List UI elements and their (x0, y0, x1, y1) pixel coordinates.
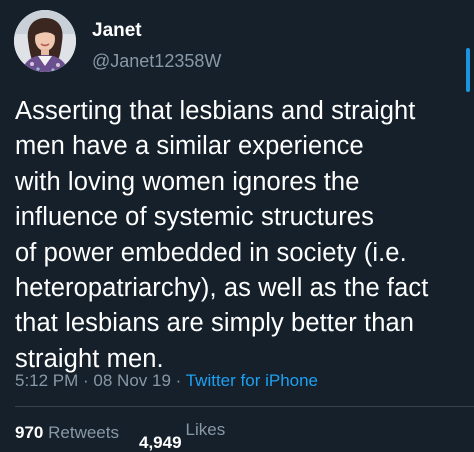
tweet-time[interactable]: 5:12 PM (15, 371, 78, 390)
meta-separator: · (78, 371, 94, 390)
retweets-label: Retweets (48, 423, 119, 442)
tweet-text-line: of power embedded in society (i.e. (15, 238, 407, 267)
tweet-text-line: Asserting that lesbians and straight (15, 97, 416, 125)
likes-label: Likes (185, 420, 226, 439)
scrollbar[interactable] (466, 48, 470, 92)
tweet-source-link[interactable]: Twitter for iPhone (186, 371, 318, 390)
tweet-detail: Janet @Janet12358W Asserting that lesbia… (0, 0, 474, 452)
meta-separator: · (170, 371, 186, 390)
likes-stat[interactable]: 4,949Likes (139, 420, 226, 452)
avatar[interactable] (14, 10, 76, 72)
display-name[interactable]: Janet (92, 20, 142, 42)
tweet-text-line: influence of systemic structures (15, 203, 374, 232)
tweet-text: Asserting that lesbians and straight men… (15, 94, 465, 377)
retweets-stat[interactable]: 970 Retweets (15, 423, 119, 442)
divider (15, 406, 474, 407)
tweet-meta: 5:12 PM · 08 Nov 19 · Twitter for iPhone (15, 370, 318, 392)
tweet-date[interactable]: 08 Nov 19 (93, 371, 171, 390)
tweet-text-line: that lesbians are simply better than (15, 309, 415, 338)
likes-count: 4,949 (139, 433, 182, 452)
tweet-text-line: men have a similar experience (15, 132, 364, 161)
tweet-text-line: heteropatriarchy), as well as the fact (15, 274, 429, 303)
retweets-count: 970 (15, 423, 44, 442)
profile-photo-icon (14, 10, 76, 72)
user-handle[interactable]: @Janet12358W (92, 50, 221, 72)
tweet-text-line: with loving women ignores the (15, 167, 360, 196)
tweet-stats: 970 Retweets 4,949Likes (15, 420, 225, 452)
